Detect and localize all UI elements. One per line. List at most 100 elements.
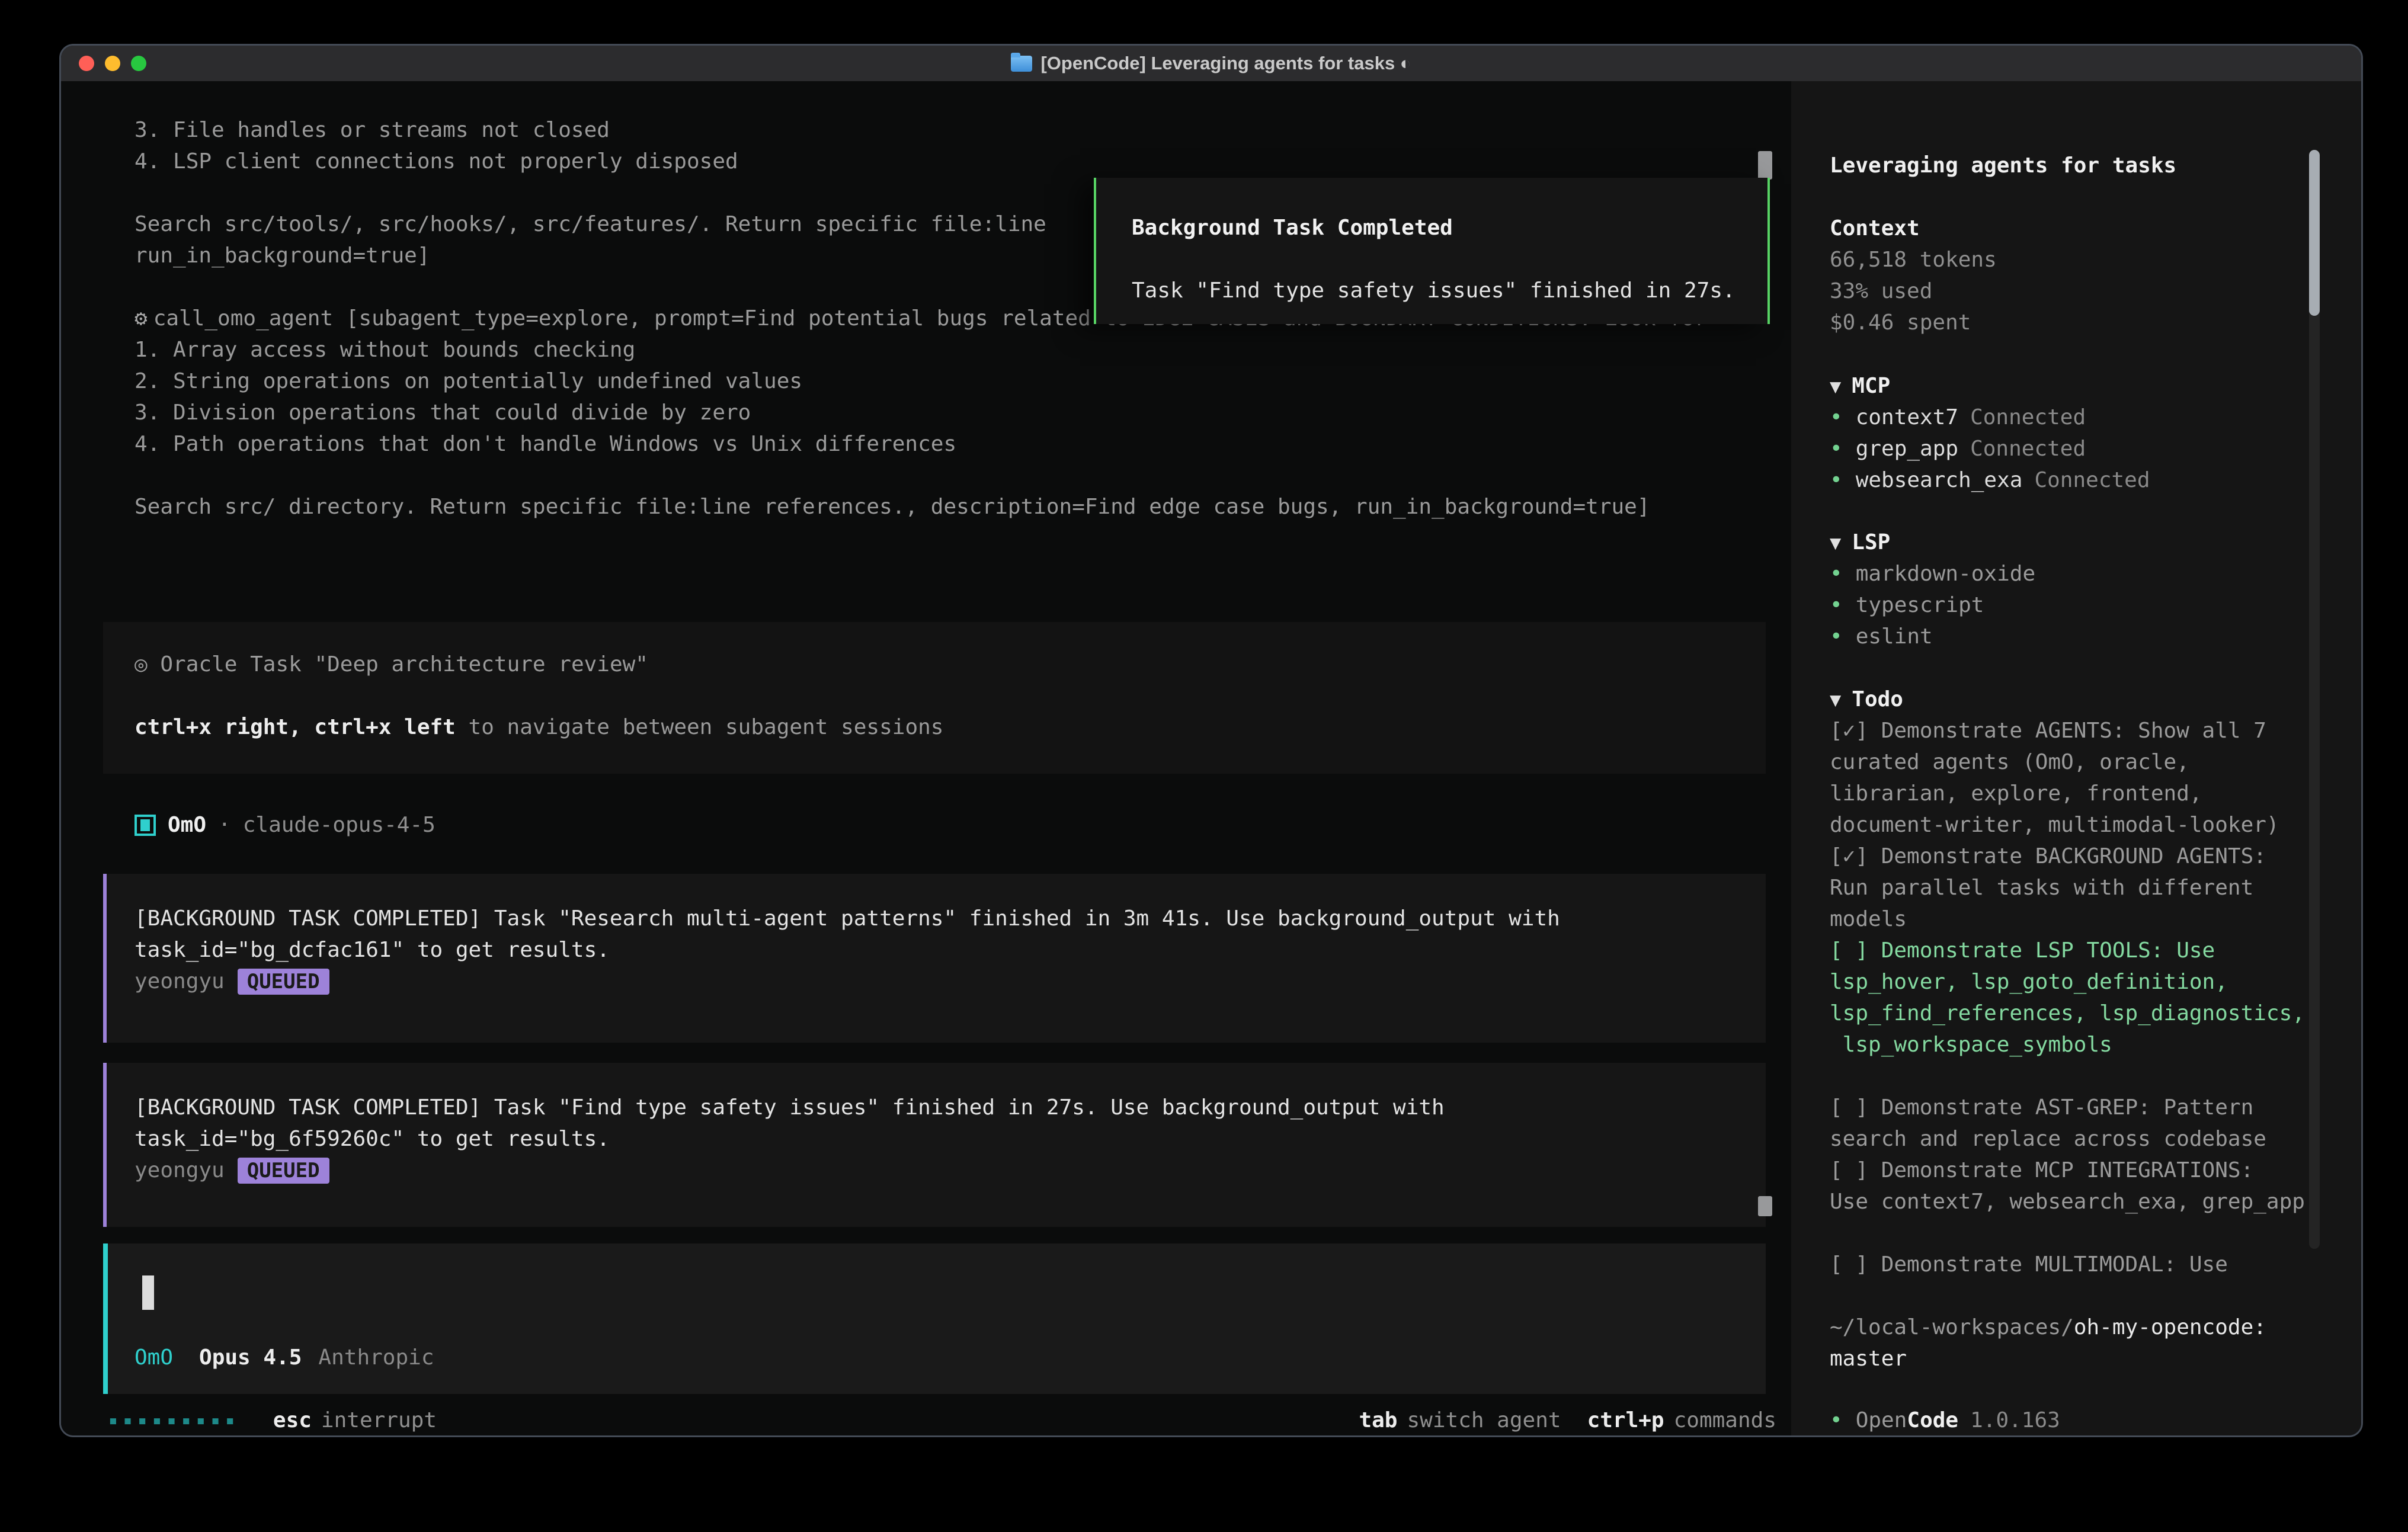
app-version-number: 1.0.163 bbox=[1970, 1408, 2060, 1432]
background-task-message: [BACKGROUND TASK COMPLETED] Task "Resear… bbox=[103, 874, 1766, 1043]
todo-item-current: [ ] Demonstrate LSP TOOLS: Use lsp_hover… bbox=[1830, 935, 2351, 1060]
transcript-line: 4. LSP client connections not properly d… bbox=[135, 146, 1794, 177]
lsp-server-name: markdown-oxide bbox=[1856, 562, 2035, 586]
oracle-title-text bbox=[148, 652, 161, 677]
status-dot-icon: • bbox=[1830, 624, 1843, 649]
ctrlp-key-hint: ctrl+p bbox=[1587, 1408, 1664, 1432]
transcript-line: 4. Path operations that don't handle Win… bbox=[135, 428, 1794, 460]
session-sidebar: Leveraging agents for tasks Context 66,5… bbox=[1791, 81, 2361, 1437]
mcp-section-header[interactable]: ▼MCP bbox=[1830, 370, 1890, 402]
lsp-server-item: •typescript bbox=[1830, 589, 1984, 621]
ctrlp-key-label: commands bbox=[1674, 1408, 1776, 1432]
todo-heading-label: Todo bbox=[1852, 687, 1903, 711]
workspace-path: ~/local-workspaces/oh-my-opencode: bbox=[1830, 1312, 2266, 1343]
lsp-server-name: eslint bbox=[1856, 624, 1933, 649]
mcp-server-status: Connected bbox=[1970, 437, 2086, 461]
lsp-server-item: • markdown-oxide bbox=[1830, 558, 2035, 589]
status-dot-icon: • bbox=[1830, 468, 1843, 492]
workspace-repo-name: oh-my-opencode: bbox=[2074, 1315, 2266, 1339]
context-spent: $0.46 spent bbox=[1830, 307, 1971, 338]
todo-item-pending: [ ] Demonstrate MCP INTEGRATIONS: Use co… bbox=[1830, 1155, 2351, 1217]
task-message-line: task_id="bg_dcfac161" to get results. bbox=[135, 934, 1766, 966]
sidebar-scrollbar-thumb[interactable] bbox=[2309, 150, 2320, 316]
window-title-group: [OpenCode] Leveraging agents for tasks ◐ bbox=[1011, 53, 1411, 74]
todo-line: search and replace across codebase bbox=[1830, 1123, 2351, 1155]
todo-item-pending: [ ] Demonstrate AST-GREP: Pattern search… bbox=[1830, 1092, 2351, 1155]
todo-line: librarian, explore, frontend, bbox=[1830, 778, 2351, 809]
oracle-icon: ◎ bbox=[135, 652, 148, 677]
todo-line: [✓] Demonstrate BACKGROUND AGENTS: bbox=[1830, 841, 2351, 872]
input-footer: OmO Opus 4.5 Anthropic bbox=[135, 1342, 434, 1373]
mcp-server-name: context7 bbox=[1856, 405, 1958, 430]
omo-agent-icon bbox=[135, 815, 156, 836]
transcript-line: 1. Array access without bounds checking bbox=[135, 334, 1794, 366]
status-dot-icon: • bbox=[1830, 593, 1843, 617]
todo-line: lsp_find_references, lsp_diagnostics, bbox=[1830, 998, 2351, 1029]
todo-line: models bbox=[1830, 903, 2351, 935]
main-scrollbar-thumb-bottom[interactable] bbox=[1758, 1196, 1772, 1216]
chevron-down-icon: ▼ bbox=[1830, 688, 1841, 711]
titlebar: [OpenCode] Leveraging agents for tasks ◐ bbox=[61, 46, 2361, 82]
mcp-server-item: • grep_app Connected bbox=[1830, 433, 2086, 464]
main-scrollbar-thumb-top[interactable] bbox=[1758, 151, 1772, 180]
transcript-line: 3. File handles or streams not closed bbox=[135, 114, 1794, 146]
gear-icon: ⚙ bbox=[135, 306, 148, 331]
window-title: [OpenCode] Leveraging agents for tasks ◐ bbox=[1040, 53, 1411, 74]
oracle-task-card[interactable]: ◎ Oracle Task "Deep architecture review"… bbox=[103, 622, 1766, 774]
app-version: • OpenCode 1.0.163 bbox=[1830, 1405, 2060, 1436]
transcript-line: 3. Division operations that could divide… bbox=[135, 397, 1794, 428]
spinner-icon: ▪▪▪▪▪▪▪▪▪ bbox=[108, 1412, 240, 1430]
todo-section-header[interactable]: ▼ Todo bbox=[1830, 684, 1903, 716]
chevron-down-icon: ▼ bbox=[1830, 531, 1841, 554]
git-branch-name: master bbox=[1830, 1347, 1907, 1371]
lsp-section-header[interactable]: ▼ LSP bbox=[1830, 527, 1890, 559]
status-dot-icon: • bbox=[1830, 405, 1843, 430]
app-name-light: Open bbox=[1856, 1408, 1907, 1432]
mcp-server-item: • context7 Connected bbox=[1830, 402, 2086, 433]
todo-line: Use context7, websearch_exa, grep_app bbox=[1830, 1186, 2351, 1217]
task-author-row: yeongyu QUEUED bbox=[135, 1155, 1766, 1186]
todo-line: lsp_workspace_symbols bbox=[1830, 1029, 2351, 1060]
lsp-heading-label: LSP bbox=[1852, 530, 1890, 555]
zoom-window-button[interactable] bbox=[131, 56, 146, 71]
input-agent-name: OmO bbox=[135, 1342, 173, 1373]
chevron-down-icon: ▼ bbox=[1830, 375, 1841, 398]
session-title: Leveraging agents for tasks bbox=[1830, 150, 2176, 181]
esc-key-hint: esc bbox=[273, 1408, 312, 1432]
input-model-name: Opus 4.5 bbox=[199, 1342, 302, 1373]
task-message-line: [BACKGROUND TASK COMPLETED] Task "Resear… bbox=[135, 903, 1766, 934]
agent-header: OmO · claude-opus-4-5 bbox=[135, 809, 436, 841]
queued-badge: QUEUED bbox=[238, 1158, 329, 1184]
mcp-server-name: grep_app bbox=[1856, 437, 1958, 461]
todo-line: [ ] Demonstrate LSP TOOLS: Use bbox=[1830, 935, 2351, 966]
context-tokens: 66,518 tokens bbox=[1830, 244, 1997, 275]
mcp-server-status: Connected bbox=[1970, 405, 2086, 430]
transcript-line: Search src/ directory. Return specific f… bbox=[135, 491, 1794, 523]
oracle-hint: ctrl+x right, ctrl+x left to navigate be… bbox=[135, 711, 1766, 743]
esc-key-label: interrupt bbox=[321, 1408, 437, 1432]
status-dot-icon: • bbox=[1830, 1408, 1843, 1432]
status-dot-icon: • bbox=[1830, 562, 1843, 586]
todo-line: document-writer, multimodal-looker) bbox=[1830, 809, 2351, 841]
prompt-input[interactable]: OmO Opus 4.5 Anthropic bbox=[103, 1243, 1766, 1394]
transcript-line: 2. String operations on potentially unde… bbox=[135, 366, 1794, 397]
agent-separator: · bbox=[218, 813, 231, 837]
sidebar-scrollbar-track[interactable] bbox=[2309, 150, 2320, 1249]
task-message-line: task_id="bg_6f59260c" to get results. bbox=[135, 1123, 1766, 1155]
tab-key-label: switch agent bbox=[1407, 1408, 1561, 1432]
todo-list: [✓] Demonstrate AGENTS: Show all 7 curat… bbox=[1830, 715, 2351, 1280]
status-dot-icon: • bbox=[1830, 437, 1843, 461]
status-right: tab switch agent ctrl+p commands bbox=[1359, 1408, 1776, 1432]
notification-title: Background Task Completed bbox=[1132, 212, 1767, 243]
todo-line: curated agents (OmO, oracle, bbox=[1830, 746, 2351, 778]
mcp-server-status: Connected bbox=[2034, 468, 2150, 492]
minimize-window-button[interactable] bbox=[105, 56, 120, 71]
tab-key-hint: tab bbox=[1359, 1408, 1397, 1432]
terminal-window: [OpenCode] Leveraging agents for tasks ◐… bbox=[59, 44, 2363, 1437]
mcp-server-name: websearch_exa bbox=[1856, 468, 2023, 492]
close-window-button[interactable] bbox=[79, 56, 94, 71]
oracle-hint-text: to navigate between subagent sessions bbox=[456, 715, 944, 739]
todo-line: [ ] Demonstrate MCP INTEGRATIONS: bbox=[1830, 1155, 2351, 1186]
agent-model: claude-opus-4-5 bbox=[243, 813, 436, 837]
app-name-bold: Code bbox=[1907, 1408, 1958, 1432]
